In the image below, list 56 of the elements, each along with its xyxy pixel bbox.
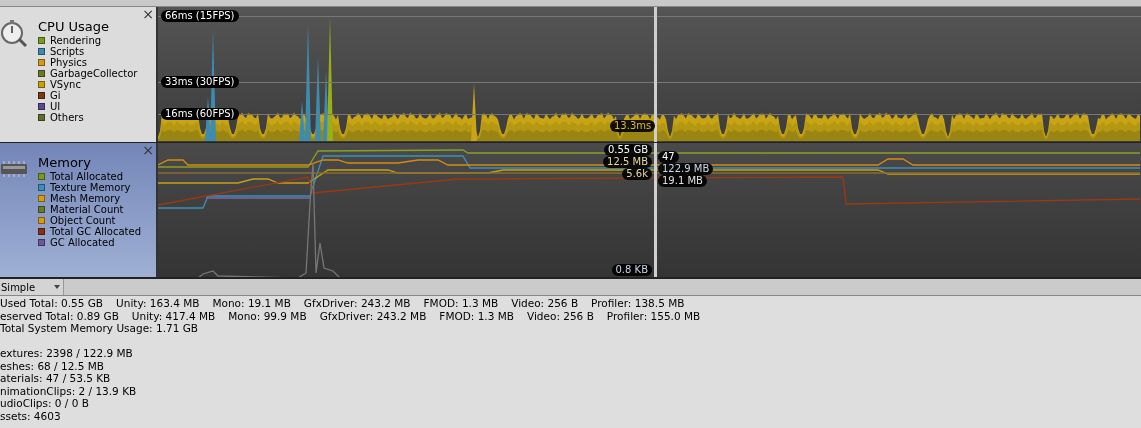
memory-stat: Mono: 19.1 MB bbox=[212, 297, 291, 310]
memory-stat: Mono: 99.9 MB bbox=[228, 309, 307, 322]
memory-stat: Profiler: 155.0 MB bbox=[606, 309, 701, 322]
tick-label: 33ms (30FPS) bbox=[161, 76, 239, 88]
memory-stat: FMOD: 1.3 MB bbox=[423, 297, 499, 310]
legend-label: Material Count bbox=[50, 204, 124, 215]
memory-stat: FMOD: 1.3 MB bbox=[439, 309, 514, 322]
view-mode-dropdown[interactable]: Simple bbox=[0, 279, 64, 295]
legend-label: VSync bbox=[50, 79, 81, 90]
memory-stat: Used Total: 0.55 GB bbox=[0, 297, 104, 310]
panel-title: Memory bbox=[38, 156, 91, 169]
memory-chip-icon bbox=[0, 161, 28, 177]
value-label: 12.5 MB bbox=[603, 156, 652, 168]
asset-stat: nimationClips: 2 / 13.9 KB bbox=[0, 384, 137, 397]
panel-title: CPU Usage bbox=[38, 20, 110, 33]
close-button[interactable]: × bbox=[142, 143, 154, 157]
caret-icon bbox=[54, 285, 60, 289]
legend-label: Total Allocated bbox=[50, 171, 124, 182]
asset-stat: extures: 2398 / 122.9 MB bbox=[0, 347, 133, 359]
legend-label: Physics bbox=[50, 57, 87, 68]
legend-label: Others bbox=[50, 112, 84, 123]
asset-stat: aterials: 47 / 53.5 KB bbox=[0, 372, 111, 384]
memory-stat: Total System Memory Usage: 1.71 GB bbox=[0, 322, 199, 335]
value-label: 122.9 MB bbox=[658, 163, 714, 175]
asset-stat: eshes: 68 / 12.5 MB bbox=[0, 359, 104, 372]
value-label: 47 bbox=[658, 151, 679, 163]
value-label: 19.1 MB bbox=[658, 175, 707, 187]
legend-label: GarbageCollector bbox=[50, 68, 138, 79]
memory-stat: Video: 256 B bbox=[511, 297, 579, 310]
legend-label: Mesh Memory bbox=[50, 193, 121, 204]
value-label: 0.55 GB bbox=[603, 144, 652, 156]
close-button[interactable]: × bbox=[142, 7, 154, 21]
legend-label: Rendering bbox=[50, 35, 102, 46]
selection-line[interactable] bbox=[654, 143, 657, 277]
selection-line[interactable] bbox=[654, 7, 657, 142]
memory-stat: GfxDriver: 243.2 MB bbox=[319, 309, 427, 322]
legend-label: Texture Memory bbox=[50, 182, 131, 193]
value-label: 5.6k bbox=[622, 168, 652, 180]
legend-label: UI bbox=[50, 101, 61, 112]
tick-label: 66ms (15FPS) bbox=[161, 10, 239, 22]
legend-label: GC Allocated bbox=[50, 237, 115, 248]
value-label: 13.3ms bbox=[610, 120, 656, 132]
tick-label: 16ms (60FPS) bbox=[161, 108, 239, 120]
asset-stat: ssets: 4603 bbox=[0, 409, 61, 422]
memory-stat: Unity: 163.4 MB bbox=[116, 297, 200, 310]
value-label: 0.8 KB bbox=[611, 264, 652, 276]
legend-label: Total GC Allocated bbox=[50, 226, 141, 237]
legend-label: Scripts bbox=[50, 46, 85, 57]
legend-label: Gi bbox=[50, 90, 61, 101]
asset-stat: udioClips: 0 / 0 B bbox=[0, 397, 89, 409]
memory-stat: Unity: 417.4 MB bbox=[131, 309, 216, 322]
memory-stat: eserved Total: 0.89 GB bbox=[0, 309, 119, 322]
memory-stat: Video: 256 B bbox=[526, 309, 594, 322]
legend-label: Object Count bbox=[50, 215, 116, 226]
memory-stat: Profiler: 138.5 MB bbox=[591, 297, 685, 310]
memory-stat: GfxDriver: 243.2 MB bbox=[303, 297, 411, 310]
